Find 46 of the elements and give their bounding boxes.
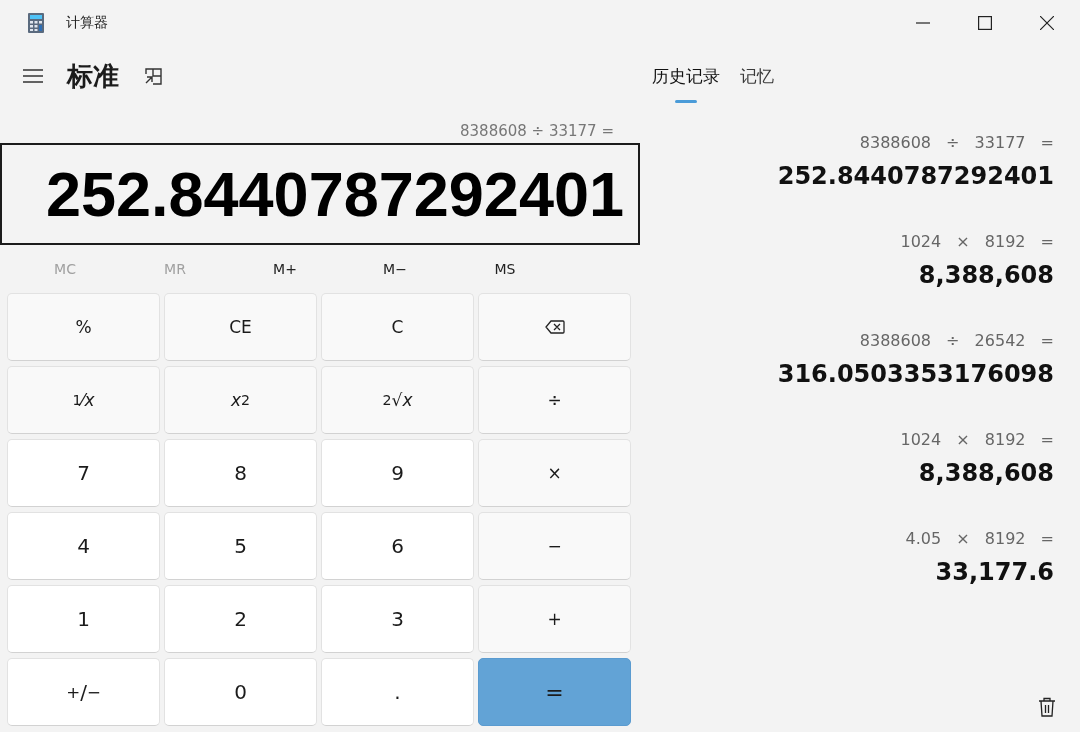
close-icon[interactable] — [1040, 15, 1054, 30]
keep-on-top-icon[interactable] — [143, 67, 163, 85]
maximize-icon[interactable] — [978, 15, 992, 30]
calculator-key[interactable]: 5 — [164, 512, 317, 580]
history-result: 33,177.6 — [935, 558, 1054, 586]
calculator-key[interactable]: C — [321, 293, 474, 361]
calculator-key[interactable]: 9 — [321, 439, 474, 507]
calculator-key[interactable]: 1 — [7, 585, 160, 653]
calculator-key[interactable]: CE — [164, 293, 317, 361]
history-result: 8,388,608 — [918, 459, 1054, 487]
backspace-icon — [544, 320, 565, 334]
history-expression: 1024 × 8192 = — [900, 232, 1054, 251]
panel-tab[interactable]: 历史记录 — [648, 45, 724, 107]
memory-button[interactable]: M− — [340, 245, 450, 293]
menu-icon[interactable] — [23, 69, 43, 83]
calculator-key[interactable]: × — [478, 439, 631, 507]
calculator-key[interactable]: 3 — [321, 585, 474, 653]
calculator-key[interactable]: 7 — [7, 439, 160, 507]
calculator-key[interactable]: ÷ — [478, 366, 631, 434]
history-expression: 8388608 ÷ 33177 = — [859, 133, 1054, 152]
calculator-key[interactable]: 4 — [7, 512, 160, 580]
calculator-key[interactable]: % — [7, 293, 160, 361]
memory-button[interactable]: MS — [450, 245, 560, 293]
calculator-key[interactable]: − — [478, 512, 631, 580]
calculator-key[interactable]: 0 — [164, 658, 317, 726]
memory-button[interactable]: M+ — [230, 245, 340, 293]
trash-icon[interactable] — [1038, 697, 1056, 717]
calculator-key[interactable]: 8 — [164, 439, 317, 507]
calculator-icon — [28, 12, 44, 33]
calculator-key[interactable]: + — [478, 585, 631, 653]
expression-text: 8388608 ÷ 33177 = — [460, 122, 614, 142]
panel-tab[interactable]: 记忆 — [736, 45, 778, 107]
mode-title: 标准 — [67, 59, 119, 93]
history-result: 252.8440787292401 — [777, 162, 1054, 190]
history-expression: 1024 × 8192 = — [900, 430, 1054, 449]
calculator-key[interactable]: 2 — [164, 585, 317, 653]
history-expression: 4.05 × 8192 = — [905, 529, 1054, 548]
minimize-icon[interactable] — [916, 21, 930, 24]
history-result: 316.0503353176098 — [777, 360, 1054, 388]
calculator-key[interactable]: . — [321, 658, 474, 726]
equals-button[interactable]: = — [478, 658, 631, 726]
history-expression: 8388608 ÷ 26542 = — [859, 331, 1054, 350]
history-result: 8,388,608 — [918, 261, 1054, 289]
window-title: 计算器 — [66, 13, 108, 32]
calculator-key[interactable]: 6 — [321, 512, 474, 580]
result-display: 252.8440787292401 — [0, 143, 640, 245]
